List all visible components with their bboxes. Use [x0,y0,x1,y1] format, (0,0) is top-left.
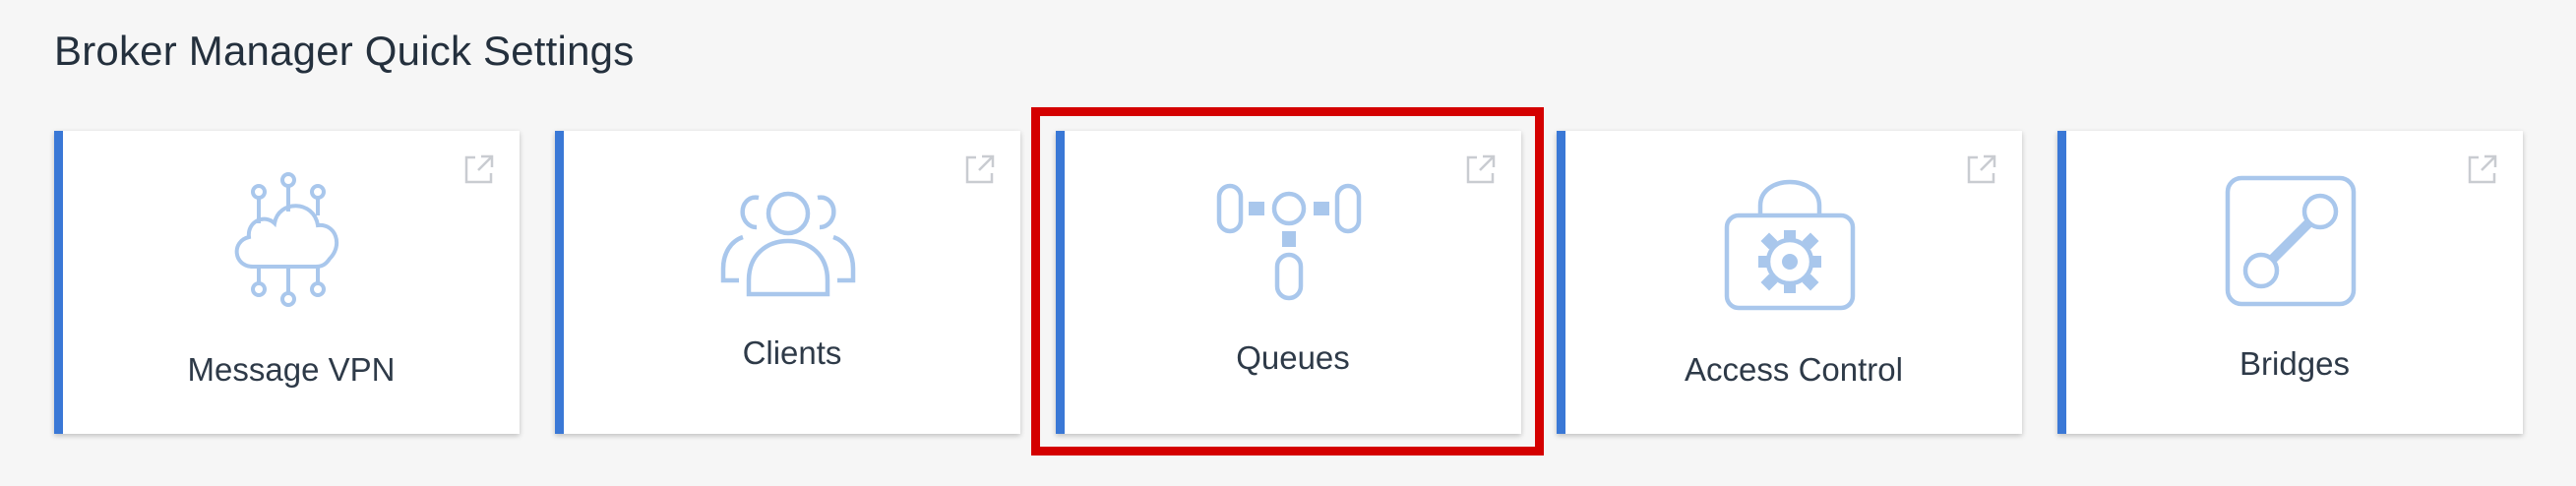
card-label: Clients [742,334,842,371]
external-link-icon[interactable] [963,152,997,186]
bridge-link-icon [2225,175,2356,307]
card-access-control[interactable]: Access Control [1557,131,2022,434]
external-link-icon[interactable] [1464,152,1498,186]
external-link-icon[interactable] [1965,152,1998,186]
lock-gear-icon [1724,179,1855,311]
card-accent-bar [1056,131,1065,434]
queue-nodes-icon [1216,183,1361,301]
card-accent-bar [54,131,63,434]
card-accent-bar [2057,131,2066,434]
card-bridges[interactable]: Bridges [2057,131,2523,434]
card-label: Bridges [2239,345,2350,382]
page-title: Broker Manager Quick Settings [54,28,635,74]
card-accent-bar [1557,131,1565,434]
users-icon [720,191,855,297]
card-label: Message VPN [187,351,396,388]
card-message-vpn[interactable]: Message VPN [54,131,520,434]
card-accent-bar [555,131,564,434]
external-link-icon[interactable] [462,152,496,186]
card-label: Queues [1236,339,1350,376]
card-clients[interactable]: Clients [555,131,1020,434]
cloud-network-icon [234,172,338,307]
card-queues[interactable]: Queues [1056,131,1521,434]
external-link-icon[interactable] [2466,152,2499,186]
card-label: Access Control [1685,351,1903,388]
